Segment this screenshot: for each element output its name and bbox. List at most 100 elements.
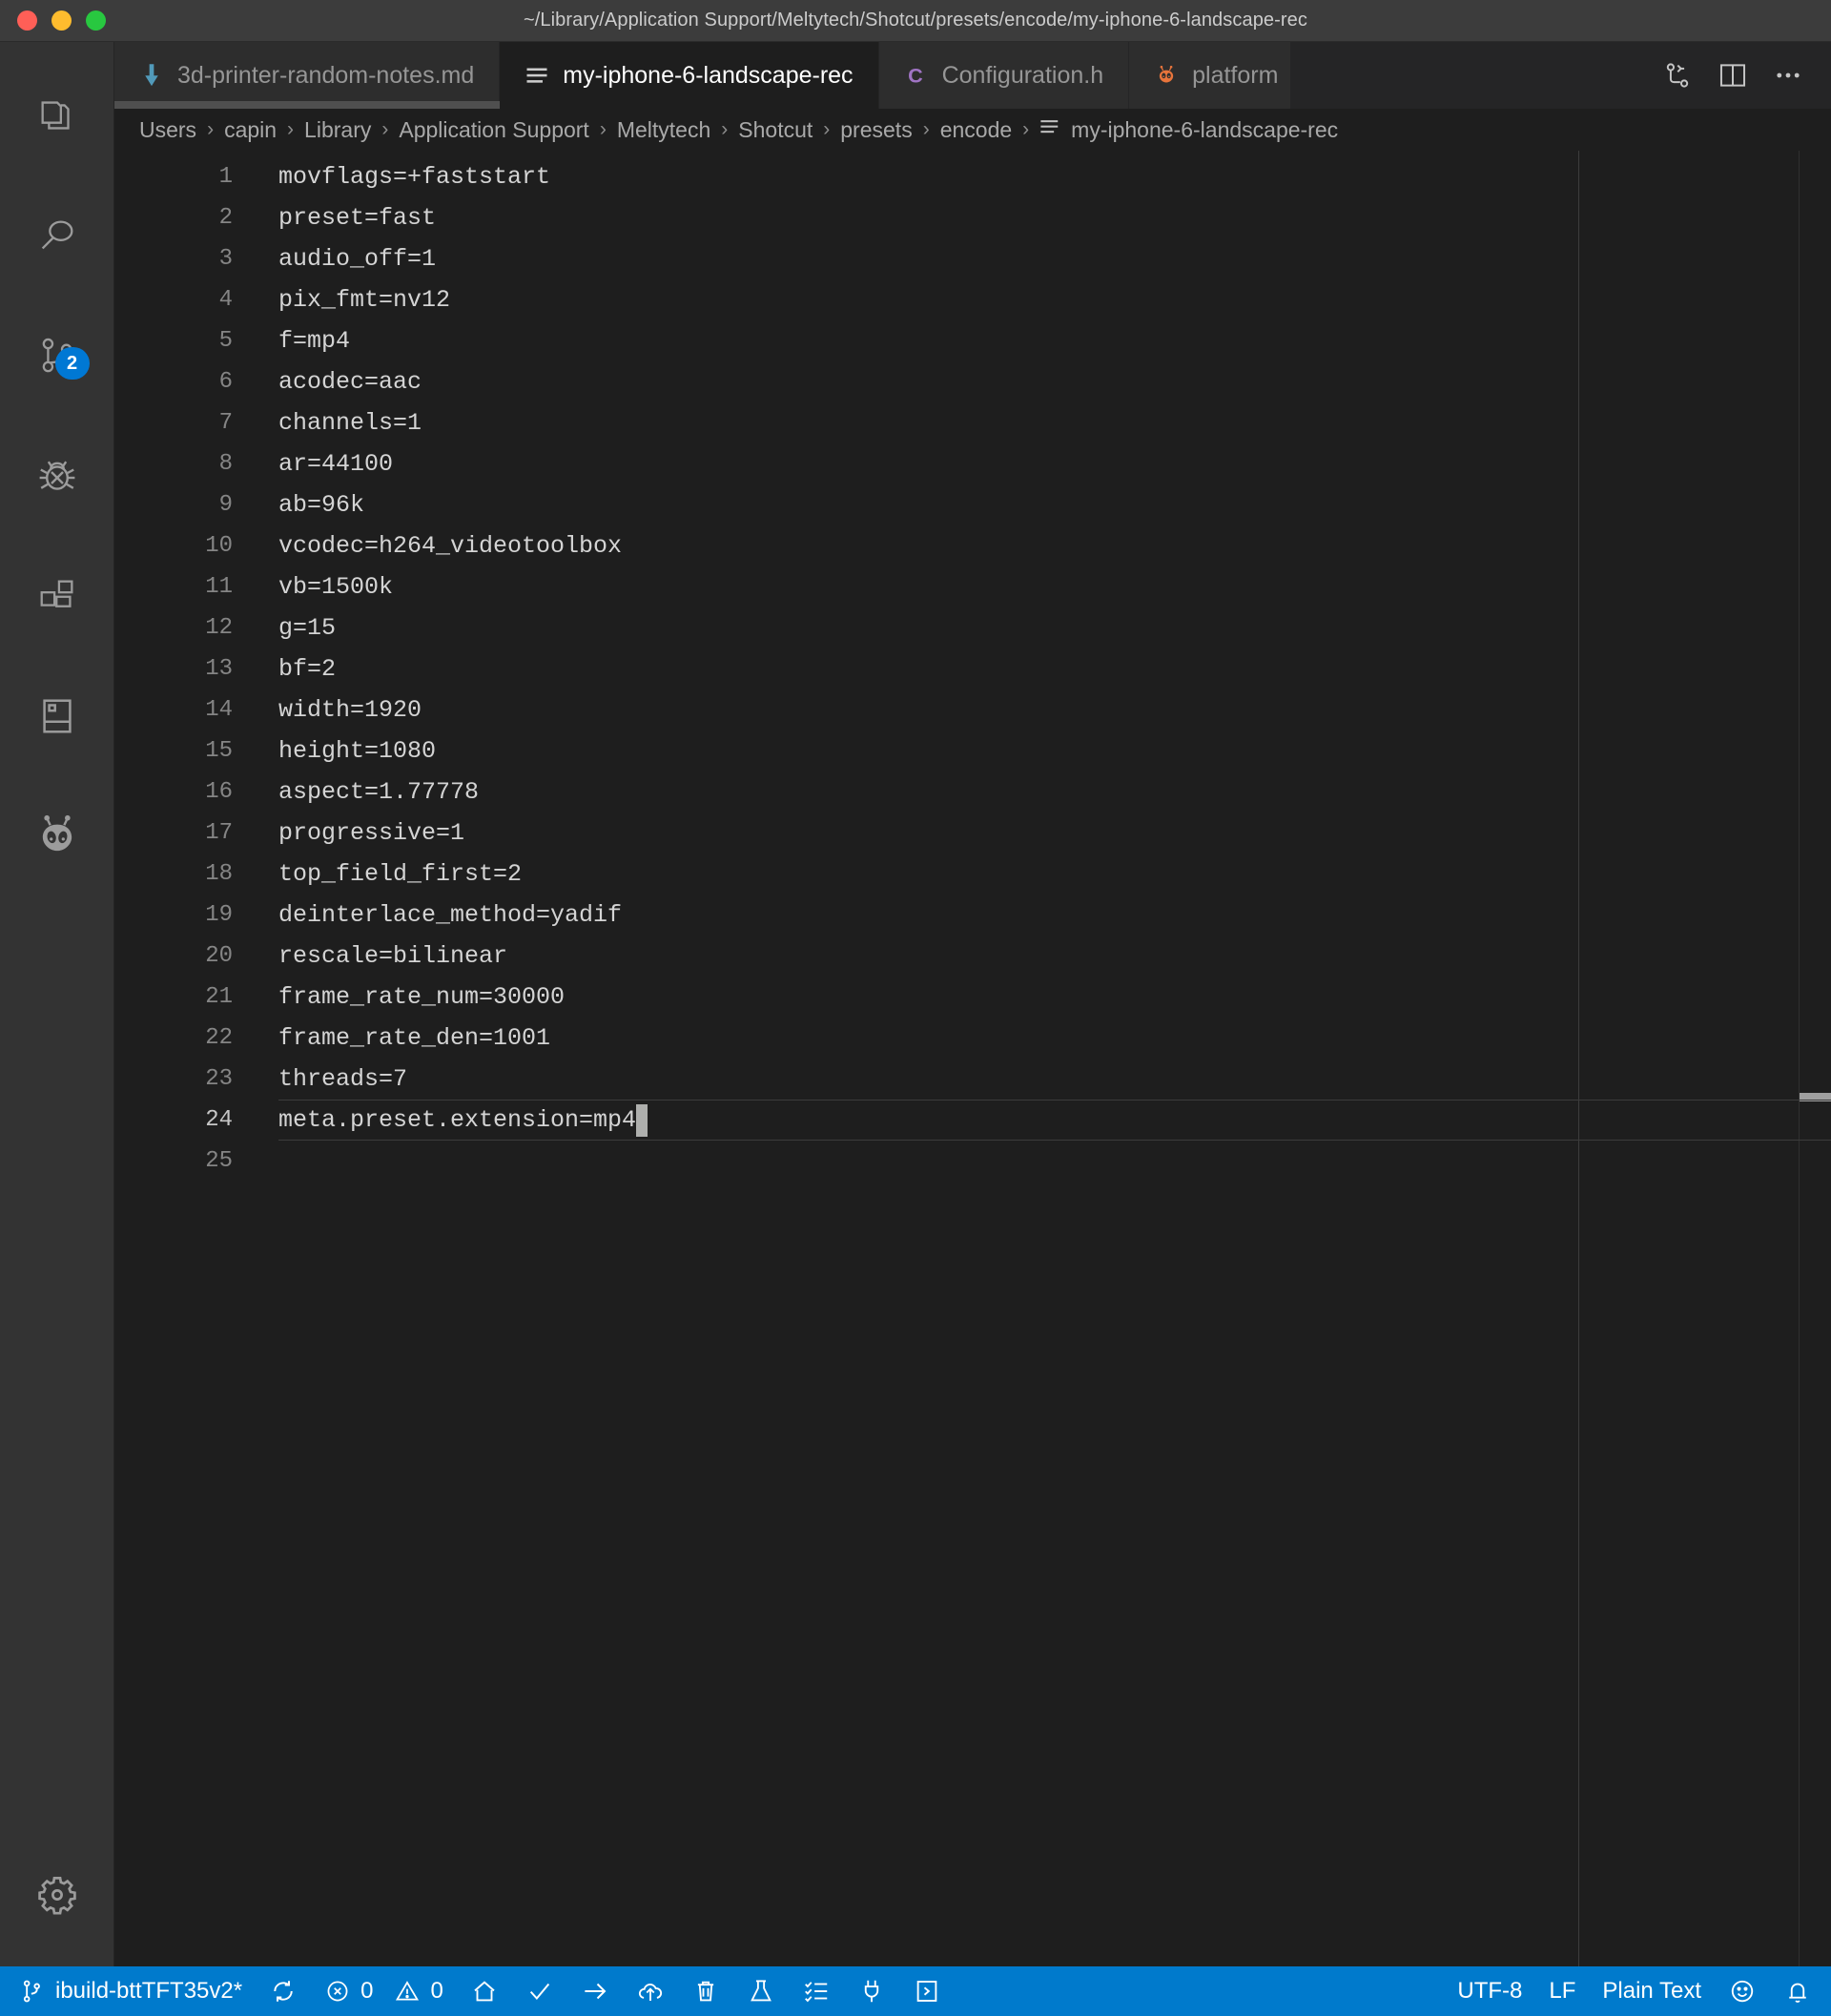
code-line[interactable]: 25 — [114, 1141, 1831, 1182]
breadcrumb-item[interactable]: encode — [940, 117, 1012, 143]
code-line[interactable]: 16 aspect=1.77778 — [114, 771, 1831, 813]
status-encoding[interactable]: UTF-8 — [1444, 1966, 1535, 2016]
code-line[interactable]: 3 audio_off=1 — [114, 238, 1831, 279]
code-line[interactable]: 15 height=1080 — [114, 730, 1831, 771]
code-line[interactable]: 23 threads=7 — [114, 1059, 1831, 1100]
code-line[interactable]: 11 vb=1500k — [114, 566, 1831, 607]
breadcrumb-separator: › — [1022, 118, 1030, 140]
breadcrumb-item[interactable]: capin — [224, 117, 277, 143]
code-line[interactable]: 21 frame_rate_num=30000 — [114, 977, 1831, 1018]
status-pio-tasks[interactable] — [789, 1966, 844, 2016]
breadcrumb-separator: › — [922, 118, 930, 140]
status-pio-upload[interactable] — [567, 1966, 623, 2016]
status-pio-remote-upload[interactable] — [623, 1966, 678, 2016]
line-text: bf=2 — [278, 655, 337, 683]
breadcrumb-item[interactable]: Meltytech — [617, 117, 710, 143]
sidebar-item-search[interactable] — [0, 175, 114, 296]
status-pio-new-terminal[interactable] — [899, 1966, 955, 2016]
title-bar: ~/Library/Application Support/Meltytech/… — [0, 0, 1831, 42]
breadcrumb: Users › capin › Library › Application Su… — [114, 109, 1831, 151]
tab-3d-printer-random-notes-md[interactable]: 3d-printer-random-notes.md — [114, 42, 615, 109]
line-number: 23 — [205, 1066, 233, 1092]
tab-platform[interactable]: platform — [1129, 42, 1292, 109]
ellipsis-icon[interactable] — [1760, 42, 1816, 109]
text-editor[interactable]: 1 movflags=+faststart 2 preset=fast 3 audio… — [114, 151, 1831, 1966]
tab-my-iphone-6-landscape-rec[interactable]: my-iphone-6-landscape-rec — [500, 42, 879, 109]
code-line-active[interactable]: 24 meta.preset.extension=mp4 — [114, 1100, 1831, 1141]
compare-changes-icon[interactable] — [1650, 42, 1705, 109]
code-line[interactable]: 2 preset=fast — [114, 197, 1831, 238]
code-line[interactable]: 5 f=mp4 — [114, 320, 1831, 361]
code-line[interactable]: 19 deinterlace_method=yadif — [114, 895, 1831, 936]
status-eol[interactable]: LF — [1535, 1966, 1589, 2016]
line-text: f=mp4 — [278, 327, 351, 355]
code-line[interactable]: 22 frame_rate_den=1001 — [114, 1018, 1831, 1059]
status-language-mode[interactable]: Plain Text — [1589, 1966, 1715, 2016]
code-line[interactable]: 6 acodec=aac — [114, 361, 1831, 402]
code-line[interactable]: 20 rescale=bilinear — [114, 936, 1831, 977]
status-problems[interactable]: 0 0 — [311, 1966, 457, 2016]
line-number: 5 — [218, 328, 233, 354]
sidebar-item-source-control[interactable]: 2 — [0, 296, 114, 416]
code-line[interactable]: 13 bf=2 — [114, 648, 1831, 689]
status-notifications[interactable] — [1770, 1966, 1825, 2016]
tab-label: platform — [1192, 61, 1279, 89]
code-line[interactable]: 14 width=1920 — [114, 689, 1831, 730]
status-pio-serial-monitor[interactable] — [844, 1966, 899, 2016]
editor-area: 3d-printer-random-notes.md my-iphone-6-l… — [114, 42, 1831, 1966]
sidebar-item-platformio[interactable] — [0, 776, 114, 896]
line-text: threads=7 — [278, 1065, 408, 1093]
code-line[interactable]: 7 channels=1 — [114, 402, 1831, 443]
code-line[interactable]: 17 progressive=1 — [114, 813, 1831, 854]
code-line[interactable]: 12 g=15 — [114, 607, 1831, 648]
code-content[interactable]: 1 movflags=+faststart 2 preset=fast 3 audio… — [114, 151, 1831, 1182]
code-line[interactable]: 8 ar=44100 — [114, 443, 1831, 484]
c-header-icon: C — [904, 62, 929, 89]
line-number: 7 — [218, 410, 233, 436]
split-editor-icon[interactable] — [1705, 42, 1760, 109]
code-line[interactable]: 9 ab=96k — [114, 484, 1831, 525]
status-sync[interactable] — [256, 1966, 311, 2016]
status-pio-clean[interactable] — [678, 1966, 733, 2016]
status-feedback[interactable] — [1715, 1966, 1770, 2016]
tab-label: 3d-printer-random-notes.md — [177, 61, 475, 89]
smiley-icon — [1728, 1977, 1757, 2006]
breadcrumb-file[interactable]: my-iphone-6-landscape-rec — [1039, 116, 1338, 143]
code-line[interactable]: 1 movflags=+faststart — [114, 156, 1831, 197]
code-line[interactable]: 10 vcodec=h264_videotoolbox — [114, 525, 1831, 566]
breadcrumb-item[interactable]: Users — [139, 117, 196, 143]
sidebar-item-run-and-debug[interactable] — [0, 416, 114, 536]
window-controls[interactable] — [0, 10, 106, 31]
code-line[interactable]: 4 pix_fmt=nv12 — [114, 279, 1831, 320]
status-pio-home[interactable] — [457, 1966, 512, 2016]
line-number: 22 — [205, 1025, 233, 1051]
status-pio-build[interactable] — [512, 1966, 567, 2016]
line-text: meta.preset.extension=mp4 — [278, 1106, 637, 1134]
sidebar-item-explorer[interactable] — [0, 55, 114, 175]
code-line[interactable]: 18 top_field_first=2 — [114, 854, 1831, 895]
status-pio-test[interactable] — [733, 1966, 789, 2016]
minimize-window-button[interactable] — [51, 10, 72, 31]
line-number: 25 — [205, 1148, 233, 1174]
line-text: deinterlace_method=yadif — [278, 901, 623, 929]
editor-tab-bar: 3d-printer-random-notes.md my-iphone-6-l… — [114, 42, 1831, 109]
sidebar-item-manage-settings[interactable] — [0, 1823, 114, 1966]
breadcrumb-item[interactable]: Library — [304, 117, 371, 143]
tab-configuration-h[interactable]: C Configuration.h — [878, 42, 1130, 109]
status-branch-label: ibuild-bttTFT35v2* — [55, 1978, 243, 2004]
line-number: 2 — [218, 205, 233, 231]
close-window-button[interactable] — [17, 10, 37, 31]
error-circle-icon — [324, 1978, 351, 2005]
line-text: acodec=aac — [278, 368, 422, 396]
device-icon — [35, 694, 79, 738]
sidebar-item-remote-explorer[interactable] — [0, 656, 114, 776]
breadcrumb-item[interactable]: Shotcut — [738, 117, 813, 143]
status-branch[interactable]: ibuild-bttTFT35v2* — [6, 1966, 256, 2016]
sidebar-item-extensions[interactable] — [0, 536, 114, 656]
maximize-window-button[interactable] — [86, 10, 106, 31]
breadcrumb-item[interactable]: Application Support — [399, 117, 588, 143]
breadcrumb-file-label: my-iphone-6-landscape-rec — [1071, 116, 1339, 142]
breadcrumb-item[interactable]: presets — [840, 117, 912, 143]
line-text: frame_rate_den=1001 — [278, 1024, 551, 1052]
bell-icon — [1783, 1977, 1812, 2006]
